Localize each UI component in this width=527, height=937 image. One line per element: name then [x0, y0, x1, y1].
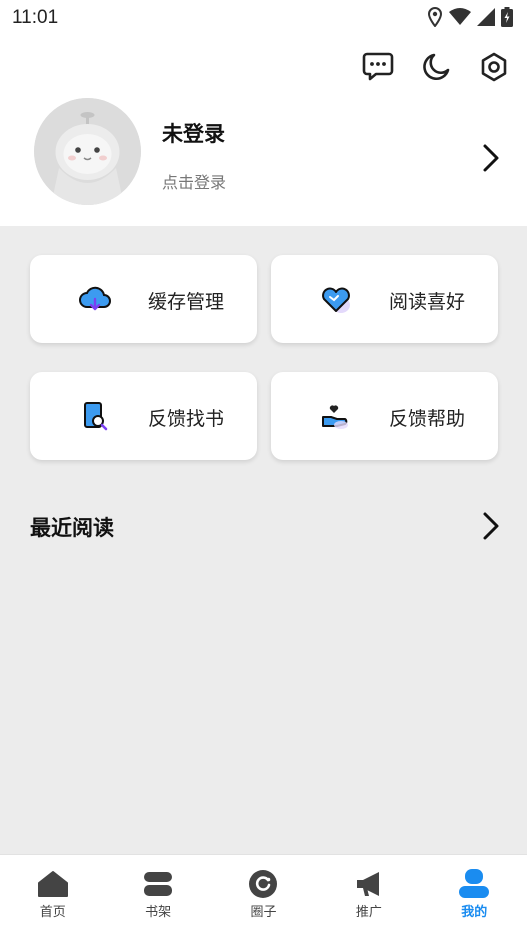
signal-icon [477, 8, 495, 26]
nav-label: 书架 [145, 905, 172, 920]
recent-reading-title[interactable]: 最近阅读 [30, 512, 114, 542]
nav-label: 推广 [355, 905, 382, 920]
night-mode-button[interactable] [417, 48, 455, 86]
nav-promote[interactable]: 推广 [316, 855, 421, 937]
nav-label: 圈子 [250, 905, 277, 920]
bookshelf-icon [141, 869, 175, 899]
nav-mine[interactable]: 我的 [422, 855, 527, 937]
nav-bookshelf[interactable]: 书架 [105, 855, 210, 937]
card-label: 反馈帮助 [389, 408, 466, 430]
settings-button[interactable] [475, 48, 513, 86]
profile-name[interactable]: 未登录 [162, 118, 225, 148]
feedback-help-card[interactable]: 反馈帮助 [271, 372, 498, 460]
battery-icon [501, 7, 513, 27]
login-prompt[interactable]: 点击登录 [162, 169, 226, 193]
status-bar: 11:01 [0, 0, 527, 38]
nav-label: 首页 [39, 905, 66, 920]
nav-home[interactable]: 首页 [0, 855, 105, 937]
robot-avatar-icon [34, 98, 141, 205]
location-icon [427, 7, 443, 27]
recent-chevron-right-icon[interactable] [479, 510, 503, 542]
card-label: 缓存管理 [148, 291, 225, 313]
night-mode-icon [423, 53, 450, 80]
status-time: 11:01 [12, 7, 59, 28]
feedback-find-book-card[interactable]: 反馈找书 [30, 372, 257, 460]
nav-circle[interactable]: 圈子 [211, 855, 316, 937]
reading-preference-card[interactable]: 阅读喜好 [271, 255, 498, 343]
heart-icon [319, 282, 353, 316]
message-icon [362, 52, 394, 81]
nav-label: 我的 [461, 905, 488, 920]
bottom-nav: 首页 书架 圈子 推广 我的 [0, 854, 527, 937]
home-icon [36, 869, 70, 899]
profile-chevron-right-icon[interactable] [479, 142, 503, 174]
card-label: 反馈找书 [148, 408, 225, 430]
user-icon [457, 869, 491, 899]
card-label: 阅读喜好 [389, 291, 466, 313]
circle-icon [246, 869, 280, 899]
top-actions [359, 48, 513, 86]
search-book-icon [78, 399, 112, 433]
profile-header: 未登录 点击登录 [0, 38, 527, 226]
status-icons [427, 7, 513, 27]
cloud-download-icon [78, 282, 112, 316]
settings-icon [481, 52, 507, 82]
cache-management-card[interactable]: 缓存管理 [30, 255, 257, 343]
megaphone-icon [352, 869, 386, 899]
avatar[interactable] [34, 98, 141, 205]
hand-heart-icon [319, 399, 353, 433]
wifi-icon [449, 8, 471, 25]
message-button[interactable] [359, 48, 397, 86]
